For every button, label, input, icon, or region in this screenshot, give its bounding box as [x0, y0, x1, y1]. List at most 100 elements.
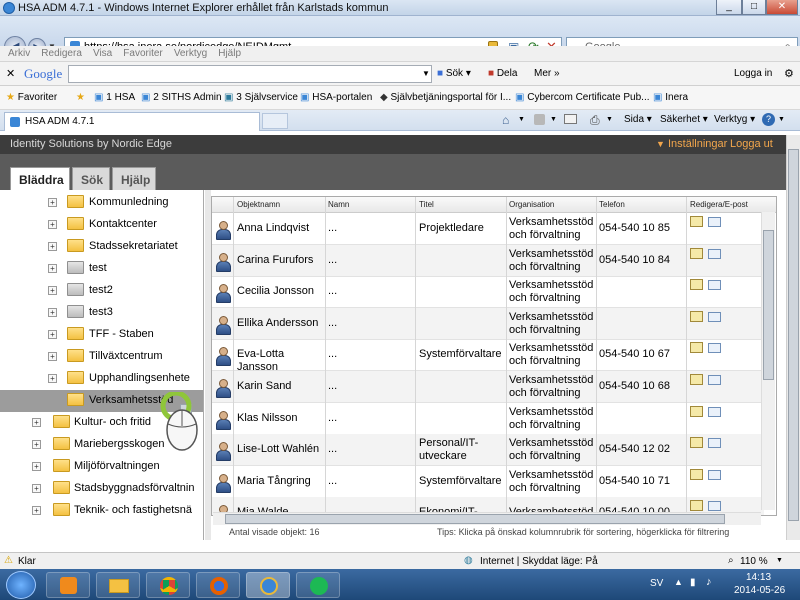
wrench-icon[interactable]: ⚙	[784, 67, 794, 80]
home-icon[interactable]: ⌂	[502, 113, 509, 127]
expand-icon[interactable]: +	[32, 418, 41, 427]
table-row[interactable]: Cecilia Jonsson... Verksamhetsstöd och fö…	[212, 276, 764, 309]
mail-icon[interactable]	[708, 280, 721, 291]
taskbar-chrome[interactable]	[146, 572, 190, 598]
mail-icon[interactable]	[708, 375, 721, 385]
feeds-dropdown-icon[interactable]: ▼	[550, 116, 557, 123]
maximize-button[interactable]: □	[742, 0, 766, 15]
edit-icon[interactable]	[690, 374, 703, 385]
tree-node[interactable]: + test3	[0, 302, 203, 324]
login-link[interactable]: Logga in	[734, 68, 772, 79]
mail-icon[interactable]	[708, 248, 721, 259]
col-titel[interactable]: Titel	[419, 200, 434, 209]
mail-icon[interactable]	[708, 406, 721, 417]
tree-node[interactable]: + Tillväxtcentrum	[0, 346, 203, 368]
mail-icon[interactable]	[708, 217, 721, 227]
favorite-cybercom[interactable]: ▣ Cybercom Certificate Pub...	[515, 92, 650, 103]
table-row[interactable]: Ellika Andersson... Verksamhetsstöd och f…	[212, 307, 764, 340]
edit-icon[interactable]	[690, 500, 703, 512]
menu-hjalp[interactable]: Hjälp	[218, 48, 241, 59]
menu-arkiv[interactable]: Arkiv	[8, 48, 30, 59]
mail-icon[interactable]	[564, 114, 577, 124]
tree-node[interactable]: + TFF - Staben	[0, 324, 203, 346]
menu-visa[interactable]: Visa	[93, 48, 112, 59]
tab-bladdra[interactable]: Bläddra	[10, 167, 70, 191]
expand-icon[interactable]: +	[48, 374, 57, 383]
expand-icon[interactable]: +	[32, 440, 41, 449]
google-search-input[interactable]	[68, 65, 432, 83]
edit-icon[interactable]	[690, 468, 703, 480]
expand-icon[interactable]: +	[48, 242, 57, 251]
expand-icon[interactable]: +	[48, 264, 57, 273]
share-button[interactable]: ■ Dela	[488, 68, 517, 79]
tray-volume-icon[interactable]: ♪	[706, 576, 712, 588]
safety-menu[interactable]: Säkerhet ▾	[660, 114, 708, 125]
edit-icon[interactable]	[690, 437, 703, 449]
grid-horizontal-scrollbar[interactable]	[213, 512, 761, 525]
minimize-button[interactable]: _	[716, 0, 742, 15]
tray-show-hidden-icon[interactable]: ▲	[674, 577, 683, 587]
tree-node[interactable]: + Miljöförvaltningen	[0, 456, 203, 478]
edit-icon[interactable]	[690, 342, 703, 354]
tray-network-icon[interactable]: ▮	[690, 577, 696, 588]
col-objektnamn[interactable]: Objektnamn	[237, 200, 280, 209]
clock-date[interactable]: 2014-05-26	[734, 585, 785, 596]
help-icon[interactable]: ?	[762, 113, 775, 126]
zoom-dropdown-icon[interactable]: ▼	[776, 557, 783, 564]
settings-link[interactable]: ▼ Inställningar	[656, 138, 727, 150]
expand-icon[interactable]: +	[48, 330, 57, 339]
expand-icon[interactable]: +	[32, 484, 41, 493]
mail-icon[interactable]	[708, 469, 721, 480]
taskbar-media-player[interactable]	[46, 572, 90, 598]
edit-icon[interactable]	[690, 279, 703, 291]
help-dropdown-icon[interactable]: ▼	[778, 116, 785, 123]
table-row[interactable]: Carina Furufors... Verksamhetsstöd och fö…	[212, 244, 764, 277]
col-telefon[interactable]: Telefon	[599, 200, 625, 209]
col-organisation[interactable]: Organisation	[509, 200, 554, 209]
table-row[interactable]: Klas Nilsson... Verksamhetsstöd och förva…	[212, 403, 764, 435]
taskbar-explorer[interactable]	[96, 572, 140, 598]
tools-menu[interactable]: Verktyg ▾	[714, 114, 755, 125]
table-row[interactable]: Eva-Lotta Jansson... Systemförvaltare Verk…	[212, 339, 764, 373]
page-scrollbar[interactable]	[786, 135, 800, 540]
grid-vertical-scrollbar[interactable]	[761, 212, 775, 510]
zoom-level[interactable]: 110 %	[740, 556, 768, 567]
favorite-hsa-portalen[interactable]: ▣ HSA-portalen	[300, 92, 372, 103]
mail-icon[interactable]	[708, 343, 721, 354]
edit-icon[interactable]	[690, 247, 703, 259]
feeds-icon[interactable]	[534, 114, 545, 125]
tree-node[interactable]: + test	[0, 258, 203, 280]
mail-icon[interactable]	[708, 311, 721, 322]
grid-hscroll-thumb[interactable]	[225, 514, 725, 524]
mail-icon[interactable]	[708, 438, 721, 449]
language-indicator[interactable]: SV	[650, 578, 663, 589]
table-row[interactable]: Lise-Lott Wahlén... Personal/IT-utveckare…	[212, 434, 764, 467]
tree-node[interactable]: + Kommunledning	[0, 192, 203, 214]
add-favorite-icon[interactable]: ★	[76, 92, 85, 103]
table-row[interactable]: Karin Sand... Verksamhetsstöd och förvalt…	[212, 371, 764, 403]
tree-node[interactable]: + Stadsbyggnadsförvaltnin	[0, 478, 203, 500]
taskbar-internet-explorer[interactable]	[246, 572, 290, 598]
favorite-2-siths-admin[interactable]: ▣ 2 SITHS Admin	[141, 92, 222, 103]
page-scroll-thumb[interactable]	[788, 149, 799, 521]
taskbar-spotify[interactable]	[296, 572, 340, 598]
menu-redigera[interactable]: Redigera	[41, 48, 82, 59]
expand-icon[interactable]: +	[48, 286, 57, 295]
tree-node[interactable]: + Stadssekretariatet	[0, 236, 203, 258]
tab-hjalp[interactable]: Hjälp	[112, 167, 156, 190]
zone-text[interactable]: Internet | Skyddat läge: På	[480, 556, 598, 567]
clock-time[interactable]: 14:13	[746, 572, 771, 583]
col-redigera-epost[interactable]: Redigera/E-post	[690, 200, 748, 209]
mail-icon[interactable]	[708, 501, 721, 512]
expand-icon[interactable]: +	[32, 506, 41, 515]
expand-icon[interactable]: +	[48, 352, 57, 361]
start-button[interactable]	[6, 571, 36, 599]
close-button[interactable]: ✕	[766, 0, 798, 15]
toolbar-close-icon[interactable]: ✕	[6, 67, 15, 80]
table-row[interactable]: Maria Tångring... Systemförvaltare Verksam…	[212, 466, 764, 498]
new-tab-button[interactable]	[262, 113, 288, 129]
taskbar-firefox[interactable]	[196, 572, 240, 598]
col-namn[interactable]: Namn	[328, 200, 349, 209]
favorite-1-hsa[interactable]: ▣ 1 HSA	[94, 92, 135, 103]
tree-node[interactable]: + Kontaktcenter	[0, 214, 203, 236]
